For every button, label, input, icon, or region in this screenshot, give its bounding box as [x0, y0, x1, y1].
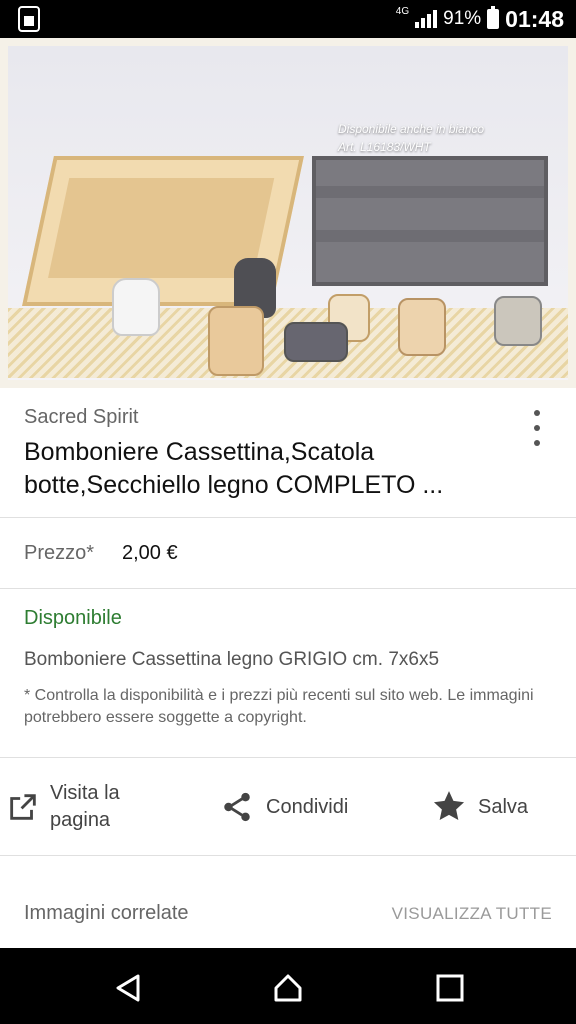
availability-status: Disponibile	[24, 607, 122, 629]
save-label: Salva	[478, 795, 529, 818]
gray-wood-crate	[312, 156, 548, 286]
screenshot-icon	[18, 6, 40, 32]
image-detail-card: Disponibile anche in bianco Art. L16183/…	[0, 38, 576, 948]
image-caption-line-1: Disponibile anche in bianco	[338, 122, 485, 136]
small-gray-crate	[284, 322, 348, 362]
wood-bucket	[398, 298, 446, 356]
product-title[interactable]: Bomboniere Cassettina,Scatola botte,Secc…	[24, 436, 494, 502]
network-type: 4G	[395, 5, 410, 17]
open-external-icon	[10, 794, 36, 820]
title-section: Sacred Spirit Bomboniere Cassettina,Scat…	[0, 388, 576, 518]
more-options-icon[interactable]	[532, 410, 542, 446]
share-label: Condividi	[266, 795, 349, 818]
image-caption-line-2: Art. L16183/WHT	[338, 140, 431, 154]
product-photo: Disponibile anche in bianco Art. L16183/…	[8, 46, 568, 380]
visit-page-label: Visita la pagina	[50, 782, 120, 831]
signal-icon	[415, 10, 438, 28]
product-image[interactable]: Disponibile anche in bianco Art. L16183/…	[0, 38, 576, 388]
battery-percent: 91%	[443, 8, 482, 29]
recent-apps-icon[interactable]	[430, 968, 470, 1008]
related-images-section: Immagini correlate VISUALIZZA TUTTE	[0, 856, 576, 948]
view-all-button[interactable]: VISUALIZZA TUTTE	[392, 904, 552, 924]
wood-bucket	[494, 296, 542, 346]
action-bar: Visita la pagina Condividi Salva	[0, 758, 576, 856]
save-button[interactable]: Salva	[430, 758, 570, 856]
price-label: Prezzo*	[24, 542, 95, 564]
image-caption: Disponibile anche in bianco Art. L16183/…	[338, 120, 484, 156]
navigation-bar	[0, 948, 576, 1024]
share-button[interactable]: Condividi	[220, 758, 380, 856]
price-value: 2,00 €	[122, 542, 178, 564]
disclaimer-text: * Controlla la disponibilità e i prezzi …	[24, 687, 534, 726]
white-barrel	[112, 278, 160, 336]
status-bar: 4G 91% 01:48	[0, 0, 576, 38]
share-icon	[224, 792, 250, 822]
back-icon[interactable]	[108, 968, 148, 1008]
home-icon[interactable]	[268, 968, 308, 1008]
status-indicators: 4G 91% 01:48	[396, 0, 564, 38]
save-star-icon	[433, 791, 465, 820]
related-images-title: Immagini correlate	[24, 902, 189, 924]
wood-bucket	[208, 306, 264, 376]
product-info: Disponibile Bomboniere Cassettina legno …	[0, 589, 576, 758]
clock: 01:48	[505, 5, 564, 32]
price-row: Prezzo* 2,00 €	[0, 518, 576, 589]
visit-page-button[interactable]: Visita la pagina	[6, 758, 186, 856]
product-description: Bomboniere Cassettina legno GRIGIO cm. 7…	[24, 649, 440, 670]
source-name[interactable]: Sacred Spirit	[24, 406, 139, 429]
battery-icon	[487, 6, 500, 29]
